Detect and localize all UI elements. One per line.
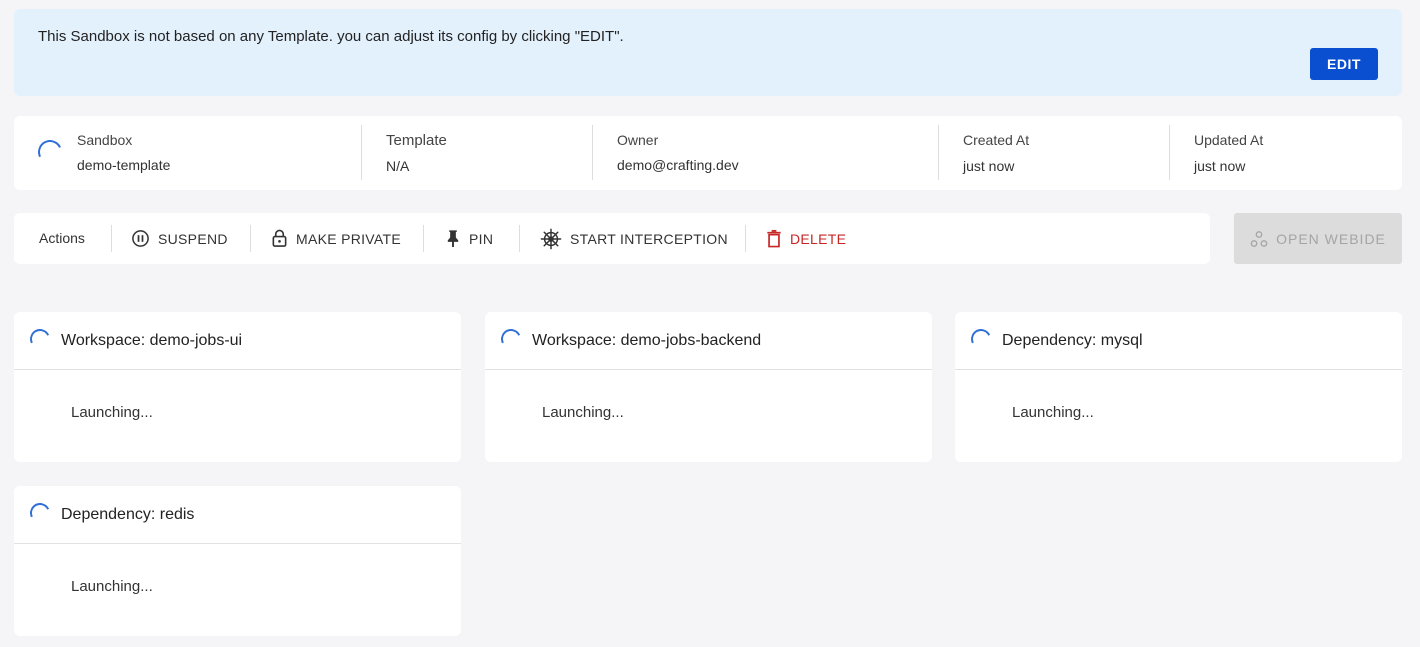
template-notice-banner: This Sandbox is not based on any Templat… xyxy=(14,9,1402,96)
updated-at-value: just now xyxy=(1194,158,1246,174)
edit-button[interactable]: EDIT xyxy=(1310,48,1378,80)
nodes-icon xyxy=(1250,230,1268,247)
loading-spinner-icon xyxy=(968,326,994,352)
component-card: Dependency: mysql Launching... xyxy=(955,312,1402,462)
loading-spinner-icon xyxy=(498,326,524,352)
component-status: Launching... xyxy=(1012,404,1094,421)
component-title: Dependency: mysql xyxy=(1002,332,1143,349)
component-card-header: Dependency: mysql xyxy=(955,312,1402,370)
pause-circle-icon xyxy=(132,230,149,247)
make-private-label: MAKE PRIVATE xyxy=(296,230,401,247)
toolbar-divider xyxy=(111,225,112,252)
info-divider xyxy=(592,125,593,180)
component-card: Dependency: redis Launching... xyxy=(14,486,461,636)
open-webide-button[interactable]: OPEN WEBIDE xyxy=(1234,213,1402,264)
created-at-label: Created At xyxy=(963,132,1030,148)
info-divider xyxy=(361,125,362,180)
toolbar-divider xyxy=(250,225,251,252)
make-private-button[interactable]: MAKE PRIVATE xyxy=(271,213,401,264)
template-value: N/A xyxy=(386,158,410,174)
helm-icon xyxy=(540,228,562,249)
owner-label: Owner xyxy=(617,132,659,148)
suspend-button[interactable]: SUSPEND xyxy=(131,213,228,264)
start-interception-button[interactable]: START INTERCEPTION xyxy=(540,213,728,264)
component-status: Launching... xyxy=(71,404,153,421)
suspend-label: SUSPEND xyxy=(158,230,228,247)
pin-button[interactable]: PIN xyxy=(445,213,493,264)
component-title: Workspace: demo-jobs-ui xyxy=(61,332,243,349)
loading-spinner-icon xyxy=(27,500,53,526)
info-divider xyxy=(938,125,939,180)
updated-at-label: Updated At xyxy=(1194,132,1264,148)
pin-icon xyxy=(447,230,459,248)
start-interception-label: START INTERCEPTION xyxy=(570,230,728,247)
toolbar-divider xyxy=(519,225,520,252)
component-card: Workspace: demo-jobs-backend Launching..… xyxy=(485,312,932,462)
component-card-header: Workspace: demo-jobs-backend xyxy=(485,312,932,370)
delete-label: DELETE xyxy=(790,230,847,247)
sandbox-info-card: Sandbox demo-template Template N/A Owner… xyxy=(14,116,1402,190)
component-card-header: Dependency: redis xyxy=(14,486,461,544)
created-at-value: just now xyxy=(963,158,1015,174)
template-label: Template xyxy=(386,132,447,149)
info-divider xyxy=(1169,125,1170,180)
sandbox-label: Sandbox xyxy=(77,132,133,148)
toolbar-divider xyxy=(745,225,746,252)
loading-spinner-icon xyxy=(34,136,66,168)
component-status: Launching... xyxy=(542,404,624,421)
open-webide-label: OPEN WEBIDE xyxy=(1276,230,1386,247)
lock-icon xyxy=(272,229,287,247)
loading-spinner-icon xyxy=(27,326,53,352)
delete-button[interactable]: DELETE xyxy=(766,213,846,264)
component-status: Launching... xyxy=(71,578,153,595)
component-card: Workspace: demo-jobs-ui Launching... xyxy=(14,312,461,462)
sandbox-name: demo-template xyxy=(77,157,171,173)
actions-toolbar: Actions SUSPEND MAKE PRIVATE PIN START I… xyxy=(14,213,1210,264)
banner-message: This Sandbox is not based on any Templat… xyxy=(38,28,624,45)
component-title: Dependency: redis xyxy=(61,506,195,523)
component-title: Workspace: demo-jobs-backend xyxy=(532,332,762,349)
component-card-header: Workspace: demo-jobs-ui xyxy=(14,312,461,370)
trash-icon xyxy=(767,229,781,248)
pin-label: PIN xyxy=(469,230,494,247)
owner-value: demo@crafting.dev xyxy=(617,157,739,173)
toolbar-divider xyxy=(423,225,424,252)
actions-label: Actions xyxy=(39,230,85,246)
